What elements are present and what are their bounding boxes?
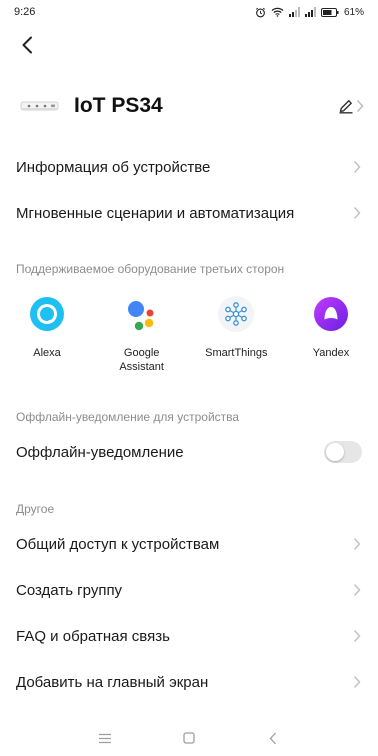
assistant-google[interactable]: Google Assistant (99, 296, 185, 374)
chevron-right-icon (352, 537, 362, 551)
toggle-knob (326, 443, 344, 461)
menu-create-group[interactable]: Создать группу (0, 567, 378, 613)
chevron-right-icon (352, 629, 362, 643)
menu-share-device[interactable]: Общий доступ к устройствам (0, 521, 378, 567)
signal-icon-2 (304, 7, 316, 17)
home-button[interactable] (178, 727, 200, 749)
menu-scenes-label: Мгновенные сценарии и автоматизация (16, 204, 295, 222)
battery-percent: 61% (343, 6, 364, 18)
menu-device-info[interactable]: Информация об устройстве (0, 144, 378, 190)
chevron-right-icon (352, 160, 362, 174)
device-header: IoT PS34 (0, 84, 378, 128)
section-third-party-title: Поддерживаемое оборудование третьих стор… (16, 262, 285, 276)
assistant-name: Google Assistant (119, 347, 164, 373)
chevron-right-icon (352, 206, 362, 220)
recent-apps-button[interactable] (94, 727, 116, 749)
menu-scenes[interactable]: Мгновенные сценарии и автоматизация (0, 190, 378, 236)
device-name: IoT PS34 (74, 94, 163, 117)
status-bar: 9:26 61% (0, 0, 378, 24)
back-button[interactable] (14, 32, 40, 58)
yandex-alice-icon (313, 296, 349, 332)
pencil-icon (339, 100, 353, 114)
offline-notification-label: Оффлайн-уведомление (16, 443, 184, 461)
signal-icon (288, 7, 300, 17)
assistant-yandex[interactable]: Yandex (288, 296, 374, 374)
chevron-right-icon (352, 583, 362, 597)
section-offline-title: Оффлайн-уведомление для устройства (16, 410, 240, 424)
alexa-icon (29, 296, 65, 332)
status-time: 9:26 (14, 6, 36, 18)
menu-share-device-label: Общий доступ к устройствам (16, 535, 220, 553)
menu-lines-icon (99, 733, 111, 743)
smartthings-icon (218, 296, 255, 332)
chevron-right-icon (352, 675, 362, 689)
assistant-name: Alexa (33, 347, 61, 359)
offline-notification-toggle[interactable] (324, 441, 362, 463)
menu-device-info-label: Информация об устройстве (16, 158, 211, 176)
alarm-icon (255, 7, 266, 18)
section-other-title: Другое (16, 502, 55, 516)
back-arrow-icon (22, 36, 32, 54)
battery-icon (320, 7, 339, 17)
google-assistant-icon (124, 296, 160, 332)
wifi-icon (271, 7, 284, 17)
system-nav-bar (0, 720, 378, 756)
square-icon (183, 732, 195, 744)
menu-add-home-screen[interactable]: Добавить на главный экран (0, 659, 378, 705)
status-icons: 61% (255, 7, 364, 18)
assistant-smartthings[interactable]: SmartThings (193, 296, 279, 374)
assistants-list: Alexa Google Assistant SmartThings Yande… (0, 296, 378, 374)
assistant-alexa[interactable]: Alexa (4, 296, 90, 374)
assistant-name: SmartThings (205, 347, 268, 359)
back-triangle-icon (269, 732, 276, 744)
offline-notification-row: Оффлайн-уведомление (0, 429, 378, 475)
menu-create-group-label: Создать группу (16, 581, 123, 599)
power-strip-image (20, 98, 60, 114)
menu-faq-label: FAQ и обратная связь (16, 627, 170, 645)
assistant-name: Yandex (312, 347, 350, 359)
menu-faq[interactable]: FAQ и обратная связь (0, 613, 378, 659)
rename-button[interactable] (338, 98, 364, 114)
chevron-right-icon (356, 99, 364, 113)
back-nav-button[interactable] (262, 727, 284, 749)
menu-add-home-screen-label: Добавить на главный экран (16, 673, 209, 691)
